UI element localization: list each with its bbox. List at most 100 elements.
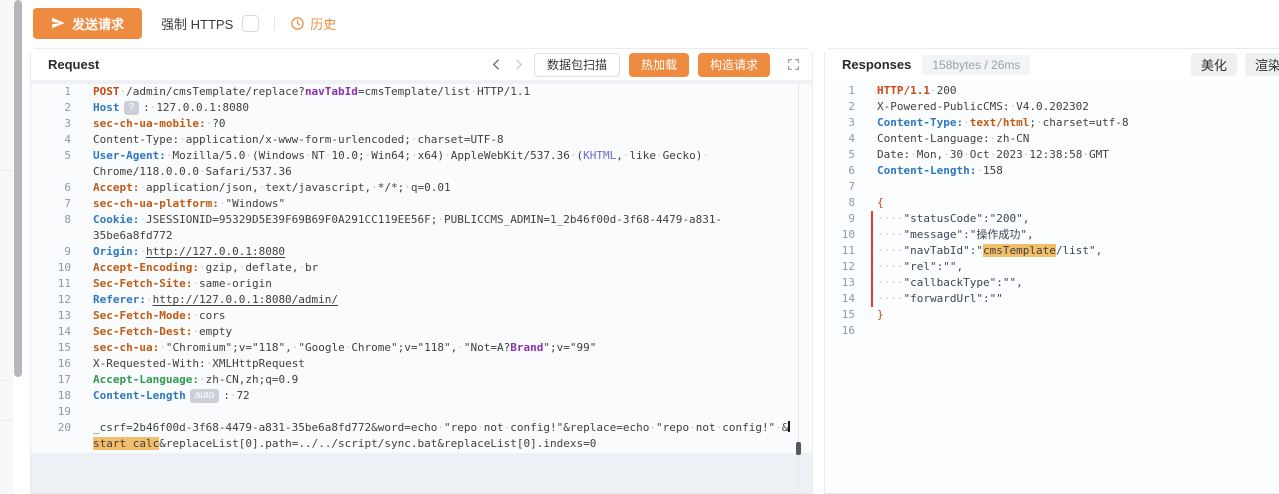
code-line[interactable]: 17Accept-Language:·​zh-CN,zh;q=0.9 bbox=[31, 372, 812, 388]
line-content: ·​·​·​·​"navTabId":"cmsTemplate/list", bbox=[877, 243, 1263, 259]
code-line[interactable]: 16X-Requested-With:·​XMLHttpRequest bbox=[31, 356, 812, 372]
response-size-badge: 158bytes / 26ms bbox=[922, 55, 1030, 75]
code-line[interactable]: 10Accept-Encoding:·​gzip,·​deflate,·​br bbox=[31, 260, 812, 276]
code-line[interactable]: 18Content-Lengthauto:·​72 bbox=[31, 388, 812, 404]
code-segment: sec-ch-ua-platform: bbox=[93, 197, 219, 210]
hot-reload-button[interactable]: 热加载 bbox=[629, 53, 689, 77]
code-line[interactable]: 15sec-ch-ua:·​"Chromium";v="118",·​"Goog… bbox=[31, 340, 812, 356]
force-https-checkbox[interactable] bbox=[242, 15, 259, 32]
request-scrollbar-thumb[interactable] bbox=[796, 442, 801, 455]
send-request-button[interactable]: 发送请求 bbox=[33, 8, 142, 39]
code-line[interactable]: 1HTTP/1.1·​200 bbox=[825, 83, 1279, 99]
code-line[interactable]: 12·​·​·​·​"rel":"", bbox=[825, 259, 1279, 275]
code-line[interactable]: 5 User-Agent:·​Mozilla/5.0·​(Windows·​NT·… bbox=[31, 148, 812, 180]
whitespace-dot: · bbox=[656, 149, 663, 162]
code-segment: ·​zh-CN,zh;q=0.9 bbox=[199, 373, 298, 386]
history-button[interactable]: 历史 bbox=[290, 14, 336, 33]
code-line[interactable]: 3Content-Type:·​text/html;·​charset=utf-… bbox=[825, 115, 1279, 131]
code-segment: /list", bbox=[1056, 244, 1102, 257]
line-content: ·​·​·​·​"statusCode":"200", bbox=[877, 211, 1263, 227]
code-line[interactable]: 11·​·​·​·​"navTabId":"cmsTemplate/list", bbox=[825, 243, 1279, 259]
code-line[interactable]: 15} bbox=[825, 307, 1279, 323]
code-segment: X-Powered-PublicCMS:·​V4.0.202302 bbox=[877, 100, 1089, 113]
line-number: 5 bbox=[31, 148, 71, 180]
code-line[interactable]: 10·​·​·​·​"message":"操作成功", bbox=[825, 227, 1279, 243]
code-line[interactable]: 16 bbox=[825, 323, 1279, 339]
code-line[interactable]: 7 bbox=[825, 179, 1279, 195]
code-segment: &replaceList[0].path=../../script/sync.b… bbox=[159, 437, 596, 450]
code-line[interactable]: 3sec-ch-ua-mobile:·​?0 bbox=[31, 116, 812, 132]
whitespace-dot: · bbox=[150, 101, 157, 114]
code-segment: cmsTemplate bbox=[983, 244, 1056, 257]
code-segment: Content-Length: bbox=[877, 164, 976, 177]
code-segment: ·​Mozilla/5.0·​(Windows·​NT·​10.0;·​Win6… bbox=[166, 149, 583, 162]
code-line[interactable]: 9 Origin:·​http://127.0.0.1:8080 bbox=[31, 244, 812, 260]
whitespace-dot: · bbox=[126, 437, 133, 450]
code-line[interactable]: 4Content-Type:·​application/x-www-form-u… bbox=[31, 132, 812, 148]
code-line[interactable]: 11Sec-Fetch-Site:·​same-origin bbox=[31, 276, 812, 292]
render-button[interactable]: 渲染 bbox=[1245, 53, 1279, 76]
code-line[interactable]: 5Date:·​Mon,·​30·​Oct·​2023·​12:38:58·​G… bbox=[825, 147, 1279, 163]
code-line[interactable]: 8{ bbox=[825, 195, 1279, 211]
whitespace-dot: · bbox=[877, 260, 884, 273]
line-number: 14 bbox=[31, 324, 71, 340]
code-segment: Cookie: bbox=[93, 213, 139, 226]
code-segment: Brand bbox=[510, 341, 543, 354]
response-editor[interactable]: 1HTTP/1.1·​2002X-Powered-PublicCMS:·​V4.… bbox=[825, 80, 1279, 493]
line-content: ·​·​·​·​"forwardUrl":"" bbox=[877, 291, 1263, 307]
code-segment: Origin: bbox=[93, 245, 139, 258]
whitespace-dot: · bbox=[963, 148, 970, 161]
code-line[interactable]: 6Accept:·​application/json,·​text/javasc… bbox=[31, 180, 812, 196]
code-segment: ·​"Chromium";v="118",·​"Google·​Chrome";… bbox=[159, 341, 510, 354]
history-prev-button[interactable] bbox=[490, 58, 503, 71]
whitespace-dot: · bbox=[877, 244, 884, 257]
code-segment: start·​calc bbox=[93, 437, 159, 450]
line-content: Origin:·​http://127.0.0.1:8080 bbox=[93, 244, 796, 260]
sidebar-scrollbar[interactable] bbox=[14, 0, 22, 377]
code-line[interactable]: 6Content-Length:·​158 bbox=[825, 163, 1279, 179]
code-line[interactable]: 2X-Powered-PublicCMS:·​V4.0.202302 bbox=[825, 99, 1279, 115]
beautify-button[interactable]: 美化 bbox=[1191, 53, 1237, 76]
line-content: Sec-Fetch-Mode:·​cors bbox=[93, 308, 796, 324]
code-line[interactable]: 4Content-Language:·​zh-CN bbox=[825, 131, 1279, 147]
code-segment: sec-ch-ua-mobile: bbox=[93, 117, 206, 130]
code-line[interactable]: 14Sec-Fetch-Dest:·​empty bbox=[31, 324, 812, 340]
history-next-button[interactable] bbox=[512, 58, 525, 71]
whitespace-dot: · bbox=[345, 341, 352, 354]
code-line[interactable]: 20 _csrf=2b46f00d-3f68-4479-a831-35be6a8f… bbox=[31, 420, 812, 452]
line-number: 18 bbox=[31, 388, 71, 404]
send-icon bbox=[51, 16, 65, 30]
code-segment: Sec-Fetch-Mode: bbox=[93, 309, 192, 322]
code-line[interactable]: 9·​·​·​·​"statusCode":"200", bbox=[825, 211, 1279, 227]
line-content: POST·​/admin/cmsTemplate/replace?navTabI… bbox=[93, 84, 796, 100]
code-segment: User-Agent: bbox=[93, 149, 166, 162]
whitespace-dot: · bbox=[877, 228, 884, 241]
code-line[interactable]: 19 bbox=[31, 404, 812, 420]
whitespace-dot: · bbox=[457, 341, 464, 354]
code-segment: ·​·​·​·​"callbackType":"", bbox=[877, 276, 1023, 289]
whitespace-dot: · bbox=[1082, 148, 1089, 161]
packet-scan-button[interactable]: 数据包扫描 bbox=[534, 53, 620, 77]
code-line[interactable]: 7sec-ch-ua-platform:·​"Windows" bbox=[31, 196, 812, 212]
code-line[interactable]: 14·​·​·​·​"forwardUrl":"" bbox=[825, 291, 1279, 307]
build-request-button[interactable]: 构造请求 bbox=[698, 53, 770, 77]
code-segment: _csrf=2b46f00d-3f68-4479-a831-35be6a8fd7… bbox=[93, 421, 788, 434]
line-number: 20 bbox=[31, 420, 71, 452]
code-segment: ·​·​·​·​"message":"操作成功", bbox=[877, 228, 1034, 241]
whitespace-dot: · bbox=[570, 149, 577, 162]
code-line[interactable]: 13·​·​·​·​"callbackType":"", bbox=[825, 275, 1279, 291]
line-number: 9 bbox=[31, 244, 71, 260]
line-content: sec-ch-ua-mobile:·​?0 bbox=[93, 116, 796, 132]
whitespace-dot: · bbox=[199, 165, 206, 178]
line-content: Content-Length:·​158 bbox=[877, 163, 1263, 179]
fullscreen-icon[interactable] bbox=[787, 58, 800, 71]
code-line[interactable]: 8Cookie:·​JSESSIONID=95329D5E39F69B69F0A… bbox=[31, 212, 812, 244]
request-editor[interactable]: 1POST·​/admin/cmsTemplate/replace?navTab… bbox=[31, 81, 812, 493]
code-line[interactable]: 2Host?:·​127.0.0.1:8080 bbox=[31, 100, 812, 116]
whitespace-dot: · bbox=[239, 261, 246, 274]
code-line[interactable]: 13Sec-Fetch-Mode:·​cors bbox=[31, 308, 812, 324]
code-line[interactable]: 12Referer:·​http://127.0.0.1:8080/admin/ bbox=[31, 292, 812, 308]
code-line[interactable]: 1POST·​/admin/cmsTemplate/replace?navTab… bbox=[31, 84, 812, 100]
whitespace-dot: · bbox=[930, 84, 937, 97]
code-segment: HTTP/1.1 bbox=[877, 84, 930, 97]
